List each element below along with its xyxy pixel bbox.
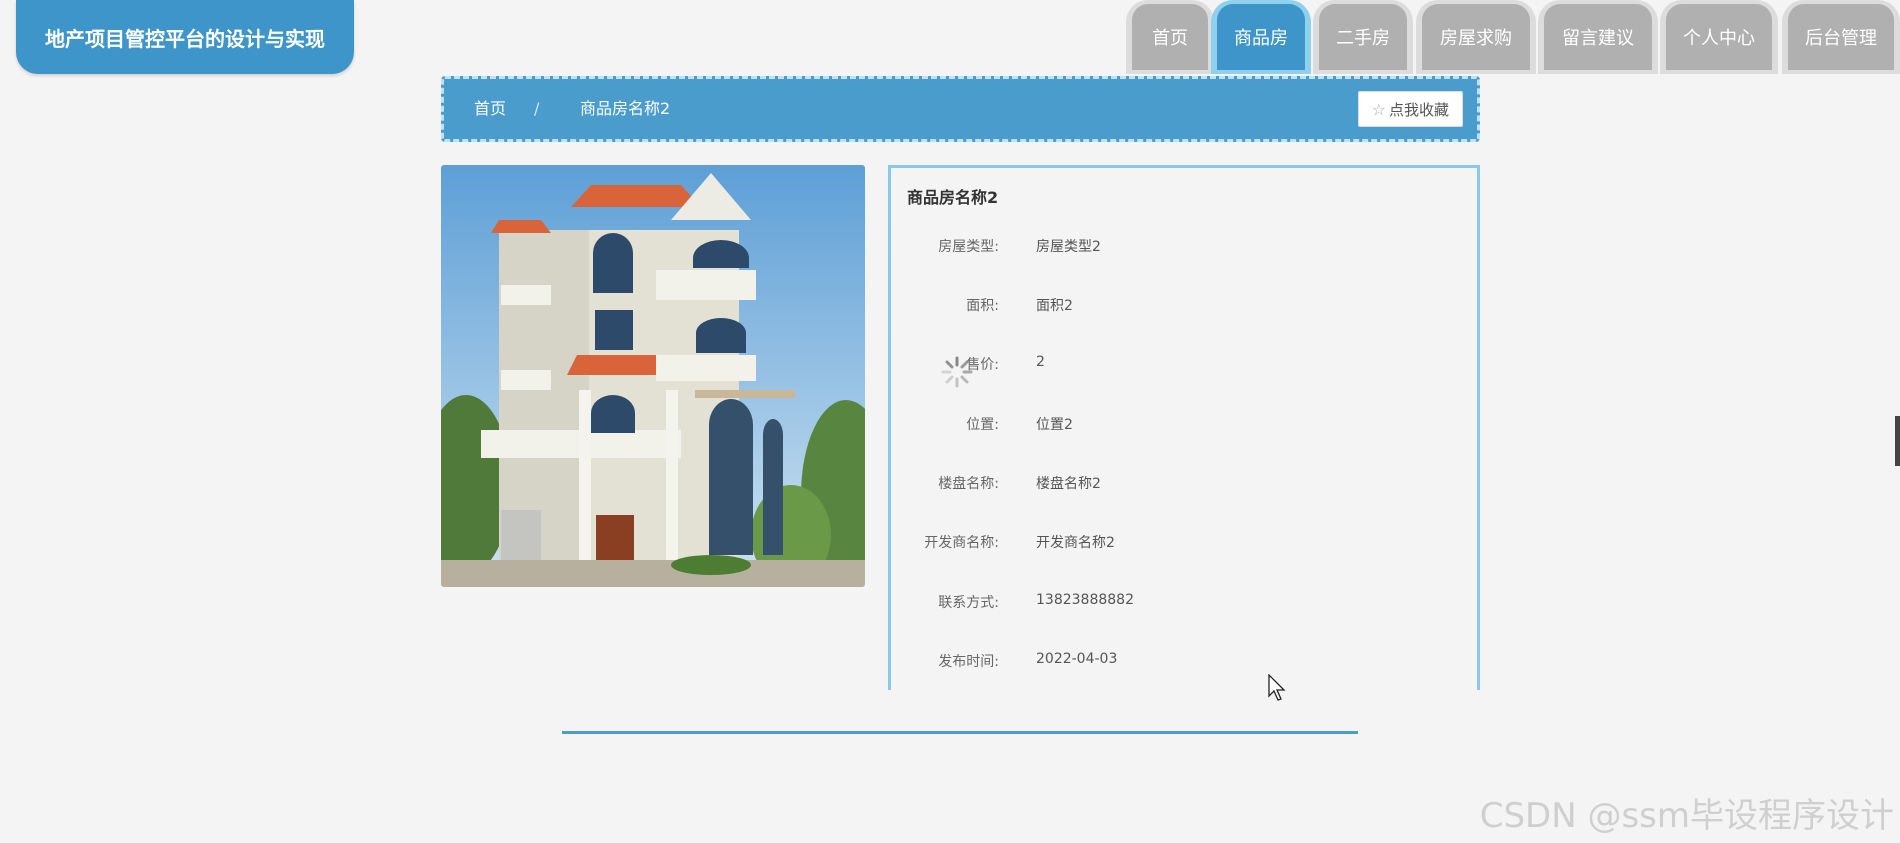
info-row-house-type: 房屋类型: 房屋类型2 bbox=[891, 236, 1451, 260]
favorite-button-label: 点我收藏 bbox=[1388, 100, 1449, 119]
favorite-button[interactable]: ☆ 点我收藏 bbox=[1357, 91, 1463, 127]
nav-tab-label: 个人中心 bbox=[1666, 4, 1772, 70]
top-nav: 首页 商品房 二手房 房屋求购 留言建议 个人中心 后台管理 bbox=[0, 0, 1900, 76]
nav-tab-second-hand[interactable]: 二手房 bbox=[1313, 0, 1413, 74]
nav-tab-admin[interactable]: 后台管理 bbox=[1782, 0, 1900, 74]
info-label: 位置: bbox=[966, 417, 999, 433]
property-photo bbox=[441, 165, 865, 587]
nav-tab-label: 房屋求购 bbox=[1422, 4, 1530, 70]
breadcrumb: 首页 / 商品房名称2 ☆ 点我收藏 bbox=[441, 76, 1480, 142]
info-label: 发布时间: bbox=[938, 654, 999, 670]
info-row-location: 位置: 位置2 bbox=[891, 414, 1451, 438]
detail-title: 商品房名称2 bbox=[907, 188, 999, 207]
nav-tab-label: 留言建议 bbox=[1544, 4, 1652, 70]
info-row-developer: 开发商名称: 开发商名称2 bbox=[891, 532, 1451, 556]
nav-tab-housing-request[interactable]: 房屋求购 bbox=[1416, 0, 1536, 74]
info-value: 开发商名称2 bbox=[1036, 535, 1115, 551]
info-value: 房屋类型2 bbox=[1036, 239, 1101, 255]
info-label: 联系方式: bbox=[938, 595, 999, 611]
info-value: 2022-04-03 bbox=[1036, 651, 1118, 667]
info-value: 2 bbox=[1036, 354, 1045, 370]
breadcrumb-current: 商品房名称2 bbox=[580, 99, 671, 118]
nav-tab-suggestions[interactable]: 留言建议 bbox=[1538, 0, 1658, 74]
mouse-cursor-icon bbox=[1268, 674, 1286, 701]
breadcrumb-separator: / bbox=[534, 99, 540, 118]
info-row-price: 售价: 2 bbox=[891, 354, 1451, 378]
info-label: 开发商名称: bbox=[924, 535, 999, 551]
info-row-area: 面积: 面积2 bbox=[891, 295, 1451, 319]
scrollbar-handle[interactable] bbox=[1895, 416, 1900, 466]
info-value: 面积2 bbox=[1036, 298, 1073, 314]
nav-tab-label: 二手房 bbox=[1319, 4, 1407, 70]
nav-tab-personal-center[interactable]: 个人中心 bbox=[1660, 0, 1778, 74]
content-divider bbox=[562, 731, 1358, 734]
info-row-publish-time: 发布时间: 2022-04-03 bbox=[891, 651, 1451, 675]
nav-tab-commercial-housing[interactable]: 商品房 bbox=[1211, 0, 1311, 74]
info-value: 楼盘名称2 bbox=[1036, 476, 1101, 492]
info-label: 楼盘名称: bbox=[938, 476, 999, 492]
breadcrumb-home-link[interactable]: 首页 bbox=[474, 79, 506, 139]
loading-spinner-icon bbox=[941, 356, 973, 388]
info-label: 面积: bbox=[966, 298, 999, 314]
info-label: 售价: bbox=[966, 357, 999, 373]
info-value: 位置2 bbox=[1036, 417, 1073, 433]
nav-tab-label: 后台管理 bbox=[1788, 4, 1894, 70]
info-value: 13823888882 bbox=[1036, 592, 1134, 608]
watermark: CSDN @ssm毕设程序设计 bbox=[1479, 796, 1894, 836]
info-row-estate-name: 楼盘名称: 楼盘名称2 bbox=[891, 473, 1451, 497]
star-outline-icon: ☆ bbox=[1371, 99, 1386, 119]
nav-tab-label: 商品房 bbox=[1217, 4, 1305, 70]
nav-tab-home[interactable]: 首页 bbox=[1126, 0, 1214, 74]
info-label: 房屋类型: bbox=[938, 239, 999, 255]
nav-tab-label: 首页 bbox=[1132, 4, 1208, 70]
info-row-contact: 联系方式: 13823888882 bbox=[891, 592, 1451, 616]
property-detail-panel: 商品房名称2 房屋类型: 房屋类型2 面积: 面积2 售价: 2 位置: 位置2… bbox=[888, 165, 1480, 690]
